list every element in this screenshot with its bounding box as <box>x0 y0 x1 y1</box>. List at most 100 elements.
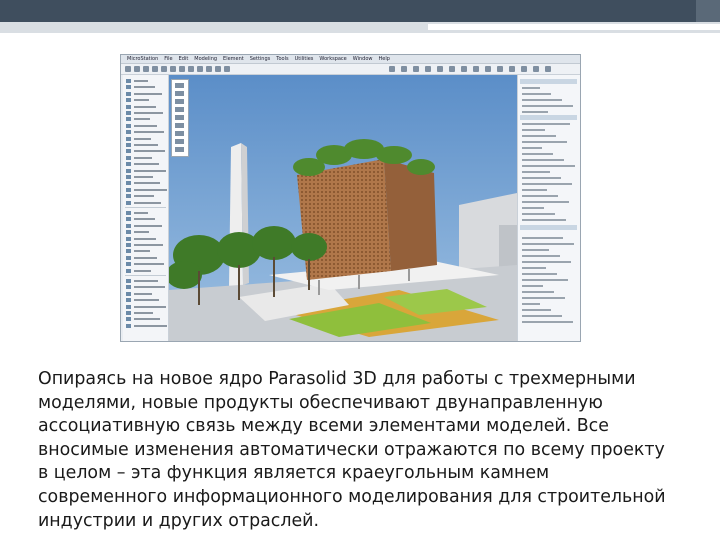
property-row[interactable] <box>522 177 561 179</box>
menu-item[interactable]: Edit <box>179 56 189 62</box>
property-row[interactable] <box>522 105 573 107</box>
property-row[interactable] <box>522 165 575 167</box>
property-row[interactable] <box>522 255 560 257</box>
menu-item[interactable]: Workspace <box>319 56 346 62</box>
panel-section-header[interactable] <box>520 79 577 84</box>
toolbar-button-icon[interactable] <box>401 66 407 72</box>
property-row[interactable] <box>522 99 562 101</box>
property-row[interactable] <box>522 159 564 161</box>
property-row[interactable] <box>522 249 549 251</box>
toolbar-button-icon[interactable] <box>188 66 194 72</box>
view-tool-icon[interactable] <box>175 147 184 152</box>
slide-caption: Опираясь на новое ядро Parasolid 3D для … <box>38 369 666 531</box>
property-row[interactable] <box>522 93 551 95</box>
property-row[interactable] <box>522 321 573 323</box>
property-row[interactable] <box>522 183 572 185</box>
view-tool-icon[interactable] <box>175 83 184 88</box>
menu-item[interactable]: Modeling <box>194 56 217 62</box>
item-label-placeholder <box>134 169 166 172</box>
view-tool-icon[interactable] <box>175 99 184 104</box>
view-tool-icon[interactable] <box>175 139 184 144</box>
toolbar-button-icon[interactable] <box>485 66 491 72</box>
property-row[interactable] <box>522 213 555 215</box>
property-row[interactable] <box>522 237 563 239</box>
property-row[interactable] <box>522 87 540 89</box>
toolbar-button-icon[interactable] <box>437 66 443 72</box>
toolbar-button-icon[interactable] <box>143 66 149 72</box>
toolbar-button-icon[interactable] <box>545 66 551 72</box>
toolbar-button-icon[interactable] <box>152 66 158 72</box>
toolbar-button-icon[interactable] <box>461 66 467 72</box>
menu-item[interactable]: Help <box>378 56 389 62</box>
property-row[interactable] <box>522 297 565 299</box>
menu-item[interactable]: Window <box>353 56 373 62</box>
property-row[interactable] <box>522 267 546 269</box>
property-row[interactable] <box>522 129 545 131</box>
property-row[interactable] <box>522 303 540 305</box>
panel-section-header[interactable] <box>520 115 577 120</box>
menu-item[interactable]: Settings <box>250 56 271 62</box>
property-row[interactable] <box>522 111 548 113</box>
property-row[interactable] <box>522 135 556 137</box>
property-row[interactable] <box>522 141 567 143</box>
toolbar-button-icon[interactable] <box>521 66 527 72</box>
toolbar-button-icon[interactable] <box>179 66 185 72</box>
toolbar-button-icon[interactable] <box>161 66 167 72</box>
menu-item[interactable]: Element <box>223 56 244 62</box>
property-row[interactable] <box>522 285 543 287</box>
toolbar-button-icon[interactable] <box>134 66 140 72</box>
property-row[interactable] <box>522 207 544 209</box>
property-row[interactable] <box>522 189 547 191</box>
property-row[interactable] <box>522 153 553 155</box>
property-row[interactable] <box>522 315 562 317</box>
view-tool-icon[interactable] <box>175 115 184 120</box>
element-icon <box>126 123 131 128</box>
property-row[interactable] <box>522 201 569 203</box>
toolbar-button-icon[interactable] <box>413 66 419 72</box>
toolbar-button-icon[interactable] <box>389 66 395 72</box>
element-icon <box>126 200 131 205</box>
menu-item[interactable]: File <box>164 56 172 62</box>
element-icon <box>126 79 131 83</box>
item-label-placeholder <box>134 292 152 295</box>
toolbar-button-icon[interactable] <box>509 66 515 72</box>
view-tool-icon[interactable] <box>175 131 184 136</box>
toolbar-button-icon[interactable] <box>215 66 221 72</box>
panel-divider <box>125 207 166 208</box>
property-row[interactable] <box>522 147 542 149</box>
view-tool-icon[interactable] <box>175 91 184 96</box>
menu-item[interactable]: Tools <box>276 56 288 62</box>
property-row[interactable] <box>522 279 568 281</box>
property-row[interactable] <box>522 291 554 293</box>
toolbar-button-icon[interactable] <box>197 66 203 72</box>
item-label-placeholder <box>134 156 152 159</box>
toolbar-button-icon[interactable] <box>497 66 503 72</box>
toolbar-button-icon[interactable] <box>125 66 131 72</box>
element-icon <box>126 91 131 96</box>
toolbar-button-icon[interactable] <box>533 66 539 72</box>
property-row[interactable] <box>522 219 566 221</box>
view-tool-icon[interactable] <box>175 123 184 128</box>
view-tool-icon[interactable] <box>175 107 184 112</box>
property-row[interactable] <box>522 309 551 311</box>
toolbar-button-icon[interactable] <box>224 66 230 72</box>
property-row[interactable] <box>522 195 558 197</box>
property-row[interactable] <box>522 123 570 125</box>
element-icon <box>126 230 131 235</box>
property-row[interactable] <box>522 261 571 263</box>
toolbar-button-icon[interactable] <box>425 66 431 72</box>
element-icon <box>126 111 131 115</box>
property-row[interactable] <box>522 273 557 275</box>
toolbar-button-icon[interactable] <box>206 66 212 72</box>
toolbar-button-icon[interactable] <box>449 66 455 72</box>
menu-item[interactable]: Utilities <box>295 56 314 62</box>
toolbar-button-icon[interactable] <box>473 66 479 72</box>
element-icon <box>126 243 131 247</box>
panel-section-header[interactable] <box>520 225 577 230</box>
menu-item[interactable]: MicroStation <box>127 56 158 62</box>
toolbar-button-icon[interactable] <box>170 66 176 72</box>
property-row[interactable] <box>522 171 550 173</box>
header-accent-line <box>428 24 720 30</box>
property-row[interactable] <box>522 243 574 245</box>
menu-bar: MicroStation File Edit Modeling Element Setti… <box>121 55 580 64</box>
